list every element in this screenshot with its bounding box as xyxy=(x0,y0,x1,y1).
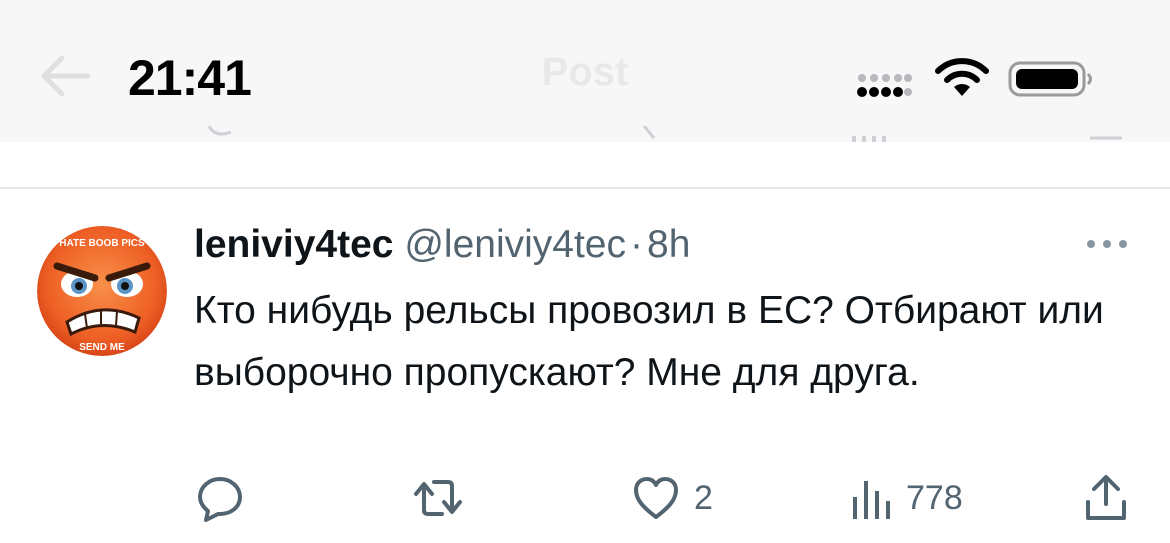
wifi-icon xyxy=(935,58,989,96)
share-button[interactable] xyxy=(1084,470,1128,526)
avatar-caption-bottom: SEND ME xyxy=(79,342,125,353)
retweet-icon xyxy=(414,480,462,516)
share-icon xyxy=(1086,475,1126,520)
separator: · xyxy=(630,223,643,266)
tweet-actions: 2 778 xyxy=(0,470,1170,530)
share-icon xyxy=(1090,136,1122,140)
user-handle[interactable]: @leniviy4tec xyxy=(404,223,626,266)
views-count: 778 xyxy=(906,478,963,517)
cellular-signal-icon xyxy=(857,74,912,97)
like-count: 2 xyxy=(694,478,713,517)
status-time: 21:41 xyxy=(128,50,252,106)
avatar-caption-top: HATE BOOB PICS xyxy=(59,238,145,249)
views-button[interactable]: 778 xyxy=(850,470,963,526)
tweet-header: leniviy4tec @leniviy4tec · 8h xyxy=(194,220,690,270)
views-chart-icon xyxy=(852,136,886,142)
retweet-button[interactable] xyxy=(412,470,464,526)
reply-icon xyxy=(207,126,232,136)
heart-icon xyxy=(634,477,678,519)
avatar[interactable]: HATE BOOB PICS SEND ME xyxy=(37,226,167,356)
tweet-time[interactable]: 8h xyxy=(647,223,690,266)
battery-icon xyxy=(1008,61,1092,97)
more-dots-icon[interactable] xyxy=(1084,236,1130,252)
divider xyxy=(0,187,1170,189)
like-button[interactable]: 2 xyxy=(632,470,713,526)
display-name[interactable]: leniviy4tec xyxy=(194,223,393,266)
reply-icon xyxy=(198,477,242,522)
status-bar: Post 21:41 xyxy=(0,0,1170,142)
heart-icon xyxy=(642,126,656,139)
views-chart-icon xyxy=(853,481,890,519)
reply-button[interactable] xyxy=(196,470,244,526)
tweet-text: Кто нибудь рельсы провозил в ЕС? Отбираю… xyxy=(194,289,1104,394)
